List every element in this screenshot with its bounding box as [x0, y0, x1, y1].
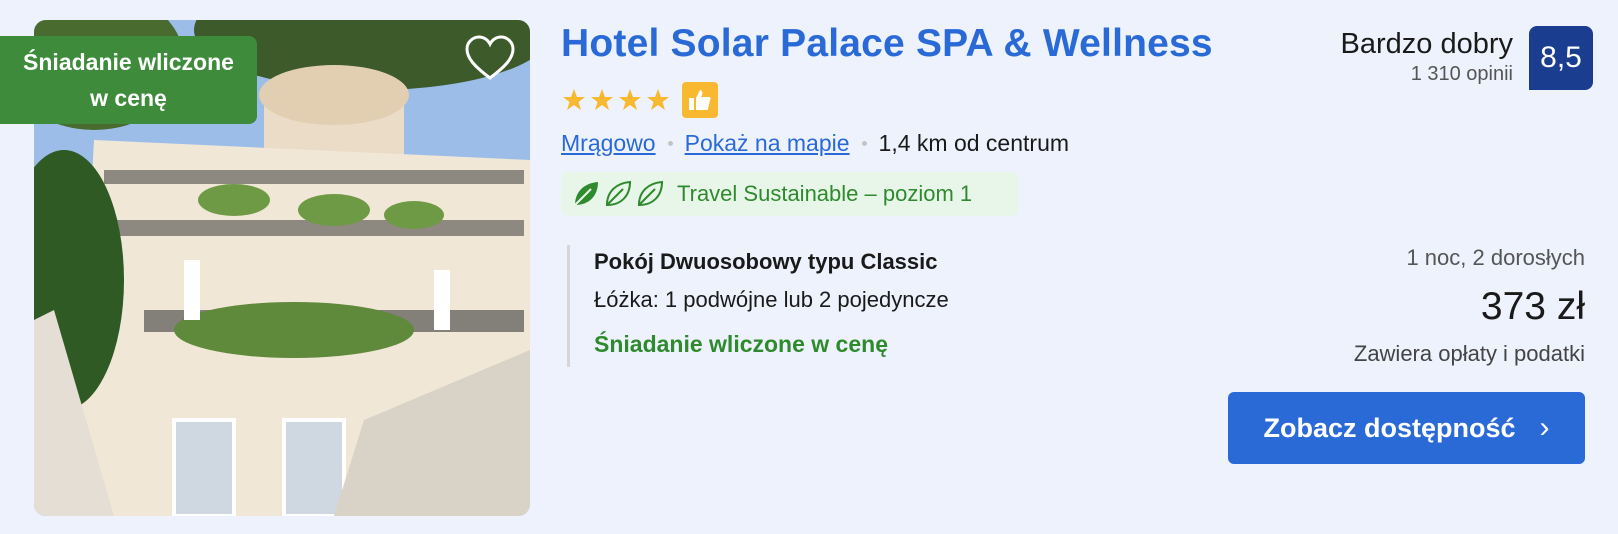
room-info: Pokój Dwuosobowy typu Classic Łóżka: 1 p…	[567, 245, 949, 367]
leaf-filled-icon	[574, 182, 598, 206]
bed-info: Łóżka: 1 podwójne lub 2 pojedyncze	[594, 287, 949, 312]
see-availability-button[interactable]: Zobacz dostępność ›	[1228, 392, 1585, 464]
separator-dot	[861, 141, 867, 146]
location-row: Mrągowo Pokaż na mapie 1,4 km od centrum	[561, 130, 1069, 157]
price-block: 1 noc, 2 dorosłych 373 zł Zawiera opłaty…	[1354, 245, 1585, 367]
separator-dot	[667, 141, 673, 146]
distance-text: 1,4 km od centrum	[878, 130, 1070, 156]
sustainability-label: Travel Sustainable – poziom 1	[677, 181, 973, 206]
star-icon	[591, 89, 613, 110]
star-rating	[562, 82, 718, 118]
breakfast-badge-label: Śniadanie wliczone w cenę	[23, 49, 234, 111]
star-icon	[619, 89, 641, 110]
show-on-map-link[interactable]: Pokaż na mapie	[685, 130, 850, 157]
sustainability-badge[interactable]: Travel Sustainable – poziom 1	[561, 172, 1019, 216]
property-card: Śniadanie wliczone w cenę Hotel Solar Pa…	[0, 0, 1618, 534]
taxes-info: Zawiera opłaty i podatki	[1353, 341, 1585, 366]
breakfast-badge: Śniadanie wliczone w cenę	[0, 36, 257, 124]
review-word: Bardzo dobry	[1340, 28, 1514, 60]
star-icon	[647, 89, 669, 110]
leaf-icons	[571, 179, 667, 209]
review-score[interactable]: 8,5	[1529, 26, 1593, 90]
room-name: Pokój Dwuosobowy typu Classic	[594, 249, 938, 274]
chevron-right-icon: ›	[1539, 411, 1550, 444]
review-summary[interactable]: Bardzo dobry 1 310 opinii	[1341, 28, 1514, 86]
star-icon	[563, 89, 585, 110]
review-count: 1 310 opinii	[1410, 63, 1513, 85]
heart-outline-icon[interactable]	[464, 34, 516, 82]
stay-info: 1 noc, 2 dorosłych	[1406, 245, 1585, 270]
price: 373 zł	[1480, 285, 1585, 328]
see-availability-label: Zobacz dostępność	[1263, 412, 1516, 443]
leaf-outline-icon	[637, 180, 664, 207]
breakfast-included: Śniadanie wliczone w cenę	[594, 331, 888, 357]
city-link[interactable]: Mrągowo	[561, 130, 656, 157]
leaf-outline-icon	[605, 180, 632, 207]
thumbs-up-icon[interactable]	[682, 82, 718, 118]
hotel-name-link[interactable]: Hotel Solar Palace SPA & Wellness	[561, 22, 1213, 66]
